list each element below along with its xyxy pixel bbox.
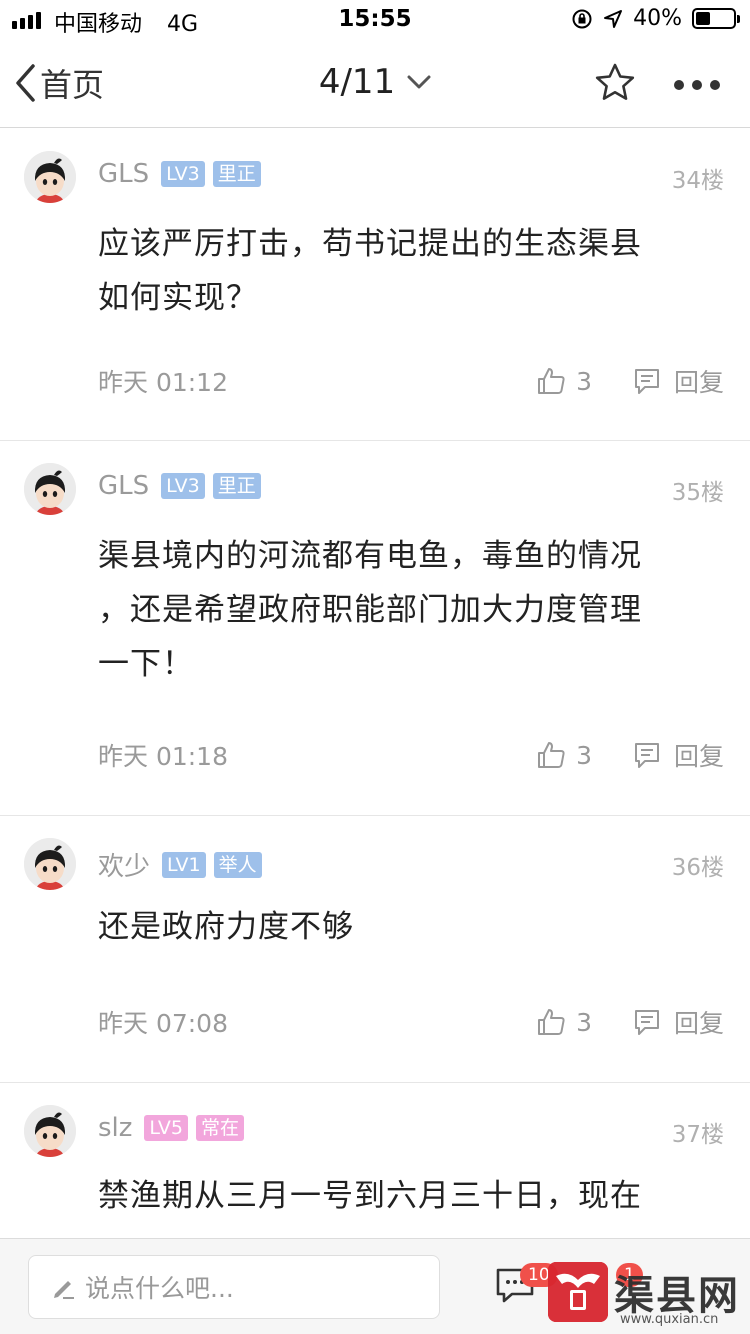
author-name[interactable]: GLS [98,471,149,501]
avatar-cartoon-icon [24,463,76,515]
avatar[interactable] [24,463,76,515]
like-button[interactable]: 3 [536,740,592,770]
title-badge: 里正 [212,161,261,187]
author-name[interactable]: slz [98,1113,132,1143]
comments-button[interactable]: 10 [494,1263,558,1311]
nav-bar: 首页 4/11 [0,40,750,128]
comment-text: 应该严厉打击，苟书记提出的生态渠县 如何实现？ [98,217,708,325]
avatar-cartoon-icon [24,838,76,890]
reply-label: 回复 [673,1009,724,1038]
comment-line: 如何实现？ [98,280,258,316]
battery-icon [692,8,740,29]
author-row: slz LV5 常在 [98,1113,245,1143]
status-right: 40% [571,6,740,31]
floor-number: 36楼 [671,855,724,881]
author-row: GLS LV3 里正 [98,159,261,189]
page-indicator: 4/11 [318,62,396,102]
comment-item: GLS LV3 里正 34楼 应该严厉打击，苟书记提出的生态渠县 如何实现？ 昨… [0,129,750,441]
pencil-icon [54,1281,74,1299]
floor-number: 35楼 [671,480,724,506]
site-logo-icon [548,1262,608,1322]
reply-label: 回复 [673,742,724,771]
input-placeholder: 说点什么吧... [85,1274,234,1303]
comment-line: 一下！ [98,646,194,682]
comment-list: GLS LV3 里正 34楼 应该严厉打击，苟书记提出的生态渠县 如何实现？ 昨… [0,129,750,1243]
star-icon [595,63,635,100]
author-name[interactable]: GLS [98,159,149,189]
reply-label: 回复 [673,368,724,397]
like-button[interactable]: 3 [536,366,592,396]
site-url: www.quxian.cn [620,1312,719,1327]
comment-input[interactable]: 说点什么吧... [28,1255,440,1319]
reply-button[interactable]: 回复 [632,737,724,773]
comment-text: 渠县境内的河流都有电鱼，毒鱼的情况 ，还是希望政府职能部门加大力度管理 一下！ [98,529,708,691]
comment-line: 还是政府力度不够 [98,909,354,945]
comment-item: 欢少 LV1 举人 36楼 还是政府力度不够 昨天 07:08 3 回复 [0,816,750,1083]
thumbs-up-icon [538,742,565,768]
avatar[interactable] [24,1105,76,1157]
page-selector[interactable]: 4/11 [0,62,750,102]
site-logo [548,1262,608,1322]
thumbs-up-icon [538,1009,565,1035]
comment-time: 昨天 07:08 [98,1009,228,1038]
comment-bubble-icon [634,369,659,394]
like-button[interactable]: 3 [536,1007,592,1037]
level-badge: LV3 [161,161,205,187]
avatar[interactable] [24,151,76,203]
location-icon [604,9,623,28]
title-badge: 里正 [212,473,261,499]
comment-line: 应该严厉打击，苟书记提出的生态渠县 [98,226,642,262]
comment-meta: 昨天 01:18 3 回复 [98,737,724,773]
orientation-lock-icon [572,9,592,28]
comment-text: 还是政府力度不够 [98,900,708,954]
comment-item: slz LV5 常在 37楼 禁渔期从三月一号到六月三十日，现在 [0,1083,750,1243]
author-row: GLS LV3 里正 [98,471,261,501]
status-bar: 中国移动 4G 15:55 40% [0,0,750,40]
comment-meta: 昨天 07:08 3 回复 [98,1004,724,1040]
thumbs-up-icon [538,368,565,394]
floor-number: 37楼 [671,1122,724,1148]
comment-time: 昨天 01:18 [98,742,228,771]
comment-meta: 昨天 01:12 3 回复 [98,363,724,399]
comment-bubble-icon [634,1010,659,1035]
author-name[interactable]: 欢少 [98,846,150,883]
comment-bubble-icon [634,743,659,768]
more-dot [710,80,720,90]
level-badge: LV5 [144,1115,189,1141]
comment-line: ，还是希望政府职能部门加大力度管理 [98,592,642,628]
avatar-cartoon-icon [24,1105,76,1157]
chevron-down-icon [407,75,431,89]
comment-text: 禁渔期从三月一号到六月三十日，现在 [98,1169,708,1223]
level-badge: LV3 [161,473,205,499]
more-dot [674,80,684,90]
author-row: 欢少 LV1 举人 [98,846,262,883]
like-count: 3 [576,740,592,770]
title-badge: 常在 [196,1115,245,1141]
like-count: 3 [576,1007,592,1037]
comment-item: GLS LV3 里正 35楼 渠县境内的河流都有电鱼，毒鱼的情况 ，还是希望政府… [0,441,750,816]
comment-time: 昨天 01:12 [98,368,228,397]
more-button[interactable] [674,80,720,90]
battery-percent: 40% [633,6,682,31]
comment-line: 渠县境内的河流都有电鱼，毒鱼的情况 [98,538,642,574]
avatar-cartoon-icon [24,151,76,203]
avatar[interactable] [24,838,76,890]
comment-line: 禁渔期从三月一号到六月三十日，现在 [98,1178,642,1214]
more-dot [692,80,702,90]
level-badge: LV1 [162,851,206,878]
like-count: 3 [576,366,592,396]
floor-number: 34楼 [671,168,724,194]
title-badge: 举人 [213,851,262,878]
reply-button[interactable]: 回复 [632,363,724,399]
favorite-button[interactable] [594,62,636,108]
reply-button[interactable]: 回复 [632,1004,724,1040]
